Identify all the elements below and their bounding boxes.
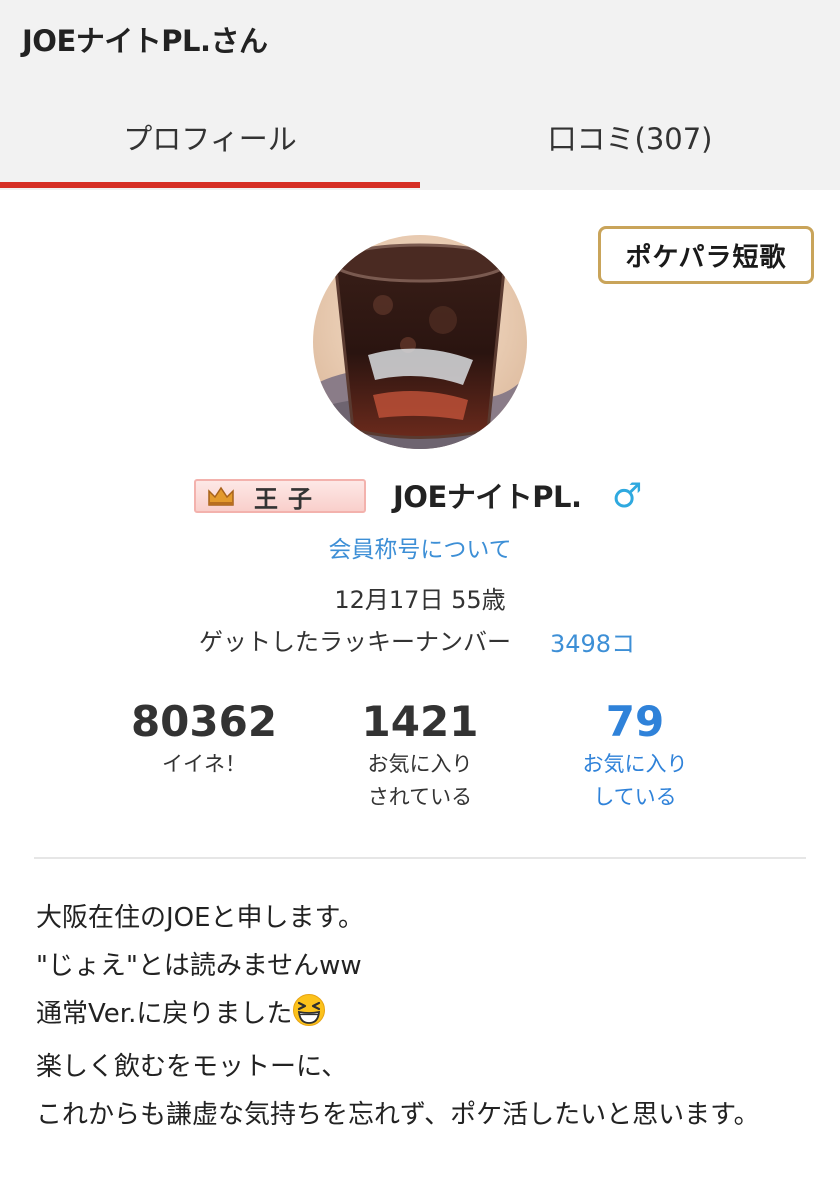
tab-reviews-label: 口コミ(307) bbox=[547, 122, 713, 156]
member-title-text: 王子 bbox=[254, 484, 322, 513]
bio-line: これからも謙虚な気持ちを忘れず、ポケ活したいと思います。 bbox=[36, 1100, 760, 1130]
tab-reviews[interactable]: 口コミ(307) bbox=[420, 90, 840, 190]
section-divider bbox=[34, 857, 806, 859]
bio-line: 楽しく飲むをモットーに、 bbox=[36, 1052, 348, 1082]
grinning-squinting-face-icon bbox=[292, 993, 326, 1043]
stat-favoriting[interactable]: 79 お気に入り している bbox=[535, 696, 735, 814]
stat-likes-value: 80362 bbox=[130, 697, 278, 746]
member-rank-link[interactable]: 会員称号について bbox=[0, 530, 840, 564]
birthday-age: 12月17日 55歳 bbox=[334, 586, 506, 614]
lucky-number-label: ゲットしたラッキーナンバー bbox=[199, 628, 511, 656]
page-title: JOEナイトPL.さん bbox=[22, 24, 268, 58]
poke-tanka-button[interactable]: ポケパラ短歌 bbox=[598, 226, 814, 284]
active-tab-indicator bbox=[0, 182, 420, 188]
tab-profile-label: プロフィール bbox=[123, 122, 297, 156]
avatar[interactable] bbox=[313, 235, 527, 449]
stat-likes-label: イイネ！ bbox=[162, 752, 246, 776]
username: JOEナイトPL. bbox=[393, 480, 582, 514]
profile-bio: 大阪在住のJOEと申します。 "じょえ"とは読みませんww 通常Ver.に戻りま… bbox=[36, 894, 806, 1139]
member-title-badge: 王子 bbox=[194, 479, 366, 513]
stat-favorited-by-value: 1421 bbox=[361, 697, 479, 746]
bio-line-with-emoji: 通常Ver.に戻りました bbox=[36, 990, 806, 1043]
stat-favorited-by: 1421 お気に入り されている bbox=[320, 696, 520, 814]
bio-line-text: 通常Ver.に戻りました bbox=[36, 999, 293, 1029]
tab-profile[interactable]: プロフィール bbox=[0, 90, 420, 190]
bio-line: 大阪在住のJOEと申します。 bbox=[36, 903, 364, 933]
stat-favoriting-label: お気に入り している bbox=[582, 752, 688, 809]
bio-line: "じょえ"とは読みませんww bbox=[36, 951, 362, 981]
stat-favoriting-value: 79 bbox=[605, 697, 665, 746]
avatar-photo bbox=[313, 235, 527, 449]
stat-favorited-by-label: お気に入り されている bbox=[367, 752, 473, 809]
profile-tabs: プロフィール 口コミ(307) bbox=[0, 90, 840, 190]
lucky-number-count[interactable]: 3498コ bbox=[550, 624, 635, 659]
app-header: JOEナイトPL.さん プロフィール 口コミ(307) bbox=[0, 0, 840, 190]
crown-icon bbox=[196, 481, 246, 511]
stat-likes: 80362 イイネ！ bbox=[104, 696, 304, 781]
male-icon: ♂ bbox=[612, 476, 643, 516]
